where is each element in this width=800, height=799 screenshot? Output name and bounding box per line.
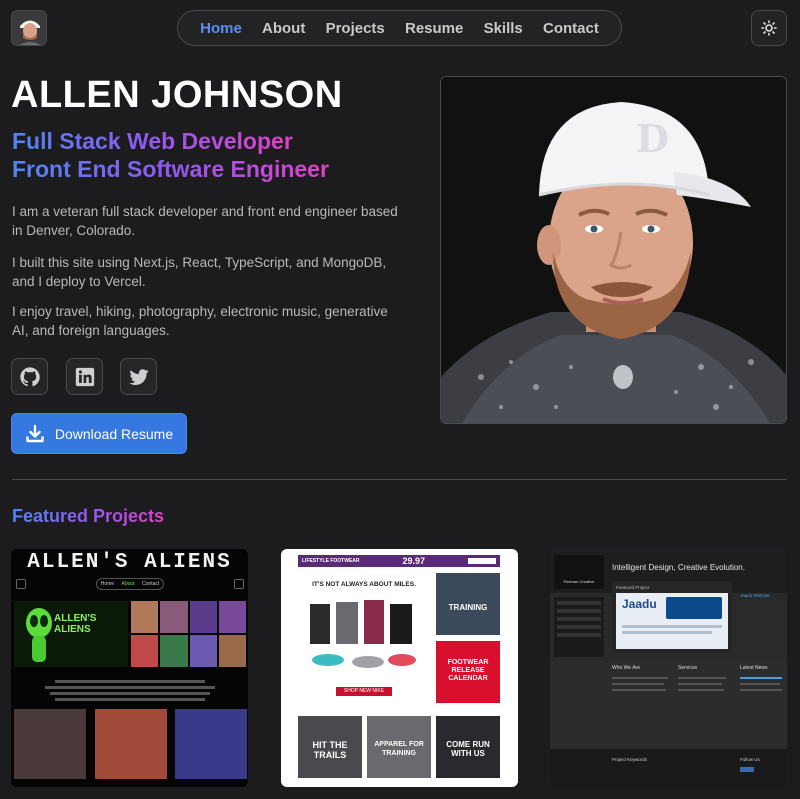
gallery-photo	[14, 709, 86, 779]
nav-skills[interactable]: Skills	[484, 20, 523, 37]
bio-paragraph: I enjoy travel, hiking, photography, ele…	[12, 304, 388, 338]
tile-release-label: FOOTWEAR RELEASE CALENDAR	[447, 659, 489, 682]
main-nav: Home About Projects Resume Skills Contac…	[177, 10, 622, 46]
project-nav-item: Contact	[142, 581, 160, 587]
project-card-allens-aliens[interactable]: ALLEN'S ALIENS Home About Contact ALLEN'…	[11, 549, 248, 787]
linkedin-button[interactable]	[66, 358, 103, 395]
gallery-photo	[175, 709, 247, 779]
project-nav: Home About Contact	[11, 578, 248, 592]
nav-projects[interactable]: Projects	[326, 20, 385, 37]
profile-photo: D	[440, 76, 787, 424]
linkedin-icon	[75, 367, 94, 386]
instructions-text	[11, 675, 248, 703]
hero-name: ALLEN JOHNSON	[11, 74, 343, 116]
shop-nike-label: SHOP NEW NIKE	[343, 688, 385, 694]
nav-home[interactable]: Home	[200, 20, 242, 37]
avatar[interactable]	[11, 10, 47, 46]
jaadu-link[interactable]: Jaadu Website	[740, 593, 770, 598]
col-news-heading: Latest News	[740, 665, 768, 671]
github-icon	[19, 366, 40, 386]
footer-follow: Follow Us	[740, 757, 760, 762]
featured-projects-heading: Featured Projects	[12, 506, 165, 526]
svg-text:D: D	[636, 116, 669, 161]
section-divider	[12, 479, 787, 480]
nav-contact[interactable]: Contact	[543, 20, 599, 37]
gallery-photo	[95, 709, 167, 779]
tile-run-label: COME RUN WITH US	[446, 740, 490, 758]
shop-nike-button[interactable]: SHOP NEW NIKE	[336, 687, 392, 696]
download-resume-button[interactable]: Download Resume	[11, 413, 187, 454]
twitter-button[interactable]	[120, 358, 157, 395]
photo-grid	[131, 601, 246, 667]
project-title: ALLEN'S ALIENS	[27, 551, 232, 574]
bio-paragraph: I built this site using Next.js, React, …	[12, 255, 387, 289]
tile-training-label: TRAINING	[448, 603, 488, 612]
col-services-heading: Services	[678, 665, 698, 671]
top-navigation-bar: Home About Projects Resume Skills Contac…	[0, 0, 800, 58]
nav-resume[interactable]: Resume	[405, 20, 463, 37]
sun-icon	[761, 20, 777, 36]
aliens-banner-text: ALLEN'S ALIENS	[54, 613, 97, 635]
jaadu-preview: Jaadu	[616, 593, 728, 649]
tile-training: TRAINING	[436, 573, 500, 635]
download-icon	[26, 424, 44, 442]
project-nav-item: About	[121, 581, 135, 587]
hero-subtitle-line1: Full Stack Web Developer	[12, 128, 293, 154]
fireman-logo: Fireman Creative	[554, 555, 604, 589]
fireman-brand: Fireman Creative	[563, 579, 595, 584]
footwear-main-ad: IT'S NOT ALWAYS ABOUT MILES. SHOP NEW NI…	[298, 573, 430, 701]
project-card-fireman-creative[interactable]: Fireman Creative Intelligent Design, Cre…	[550, 549, 787, 787]
fireman-featured-label: Featured Project	[616, 585, 650, 590]
footwear-price: 29.97	[402, 556, 426, 566]
tile-release-calendar: FOOTWEAR RELEASE CALENDAR	[436, 641, 500, 703]
project-nav-item: Home	[100, 581, 115, 587]
fireman-tagline: Intelligent Design, Creative Evolution.	[612, 563, 745, 572]
fireman-columns: Who We Are Services Latest News	[550, 661, 787, 749]
fireman-sidebar	[554, 597, 604, 657]
theme-toggle-button[interactable]	[751, 10, 787, 46]
bio-paragraph: I am a veteran full stack developer and …	[12, 204, 398, 238]
footwear-header: LIFESTYLE FOOTWEAR 29.97	[298, 555, 500, 567]
footwear-header-label: LIFESTYLE FOOTWEAR	[302, 558, 360, 564]
tile-trails: HIT THE TRAILS	[298, 716, 362, 778]
project-card-lifestyle-footwear[interactable]: LIFESTYLE FOOTWEAR 29.97 IT'S NOT ALWAYS…	[281, 549, 518, 787]
download-resume-label: Download Resume	[54, 425, 174, 442]
tile-apparel-label: APPAREL FOR TRAINING	[374, 741, 424, 757]
hero-subtitle-line2: Front End Software Engineer	[12, 156, 329, 182]
footer-keywords: Project Keywords	[612, 757, 648, 762]
tile-run: COME RUN WITH US	[436, 716, 500, 778]
twitter-icon	[128, 368, 149, 385]
footwear-headline: IT'S NOT ALWAYS ABOUT MILES.	[312, 581, 416, 588]
github-button[interactable]	[11, 358, 48, 395]
nav-about[interactable]: About	[262, 20, 305, 37]
jaadu-title: Jaadu	[622, 597, 657, 611]
col-about-heading: Who We Are	[612, 665, 640, 671]
fireman-footer: Project Keywords Follow Us	[550, 749, 787, 787]
fireman-featured: Featured Project Jaadu	[612, 581, 732, 653]
tile-trails-label: HIT THE TRAILS	[312, 740, 348, 760]
tile-apparel: APPAREL FOR TRAINING	[367, 716, 431, 778]
aliens-banner: ALLEN'S ALIENS	[14, 601, 128, 667]
